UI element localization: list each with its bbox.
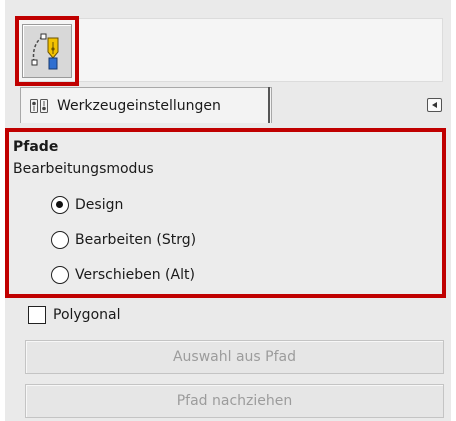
path-options-group: Pfade Bearbeitungsmodus Design Bearbeite…: [5, 128, 446, 298]
selection-from-path-button[interactable]: Auswahl aus Pfad: [25, 340, 444, 374]
tool-title: Pfade: [13, 139, 59, 155]
tab-tool-options[interactable]: Werkzeugeinstellungen: [20, 87, 272, 123]
stroke-path-button[interactable]: Pfad nachziehen: [25, 384, 444, 418]
tab-tool-options-label: Werkzeugeinstellungen: [57, 97, 221, 114]
radio-indicator[interactable]: [51, 231, 69, 249]
tab-menu-arrow-icon[interactable]: [427, 98, 442, 112]
polygonal-checkbox[interactable]: [28, 306, 46, 324]
polygonal-option[interactable]: Polygonal: [28, 306, 120, 324]
radio-design-label: Design: [75, 197, 124, 213]
active-tool-highlight: [15, 16, 79, 86]
dock-tab-bar: Werkzeugeinstellungen: [20, 87, 444, 123]
radio-indicator[interactable]: [51, 266, 69, 284]
radio-edit[interactable]: Bearbeiten (Strg): [51, 231, 196, 249]
tab-divider: [268, 87, 270, 123]
toolbox-area: [15, 18, 443, 82]
radio-edit-label: Bearbeiten (Strg): [75, 232, 197, 248]
tool-options-icon: [30, 98, 48, 113]
radio-move-label: Verschieben (Alt): [75, 267, 195, 283]
radio-indicator[interactable]: [51, 196, 69, 214]
polygonal-label: Polygonal: [53, 307, 121, 323]
edit-mode-label: Bearbeitungsmodus: [13, 161, 154, 177]
radio-move[interactable]: Verschieben (Alt): [51, 266, 195, 284]
radio-design[interactable]: Design: [51, 196, 123, 214]
